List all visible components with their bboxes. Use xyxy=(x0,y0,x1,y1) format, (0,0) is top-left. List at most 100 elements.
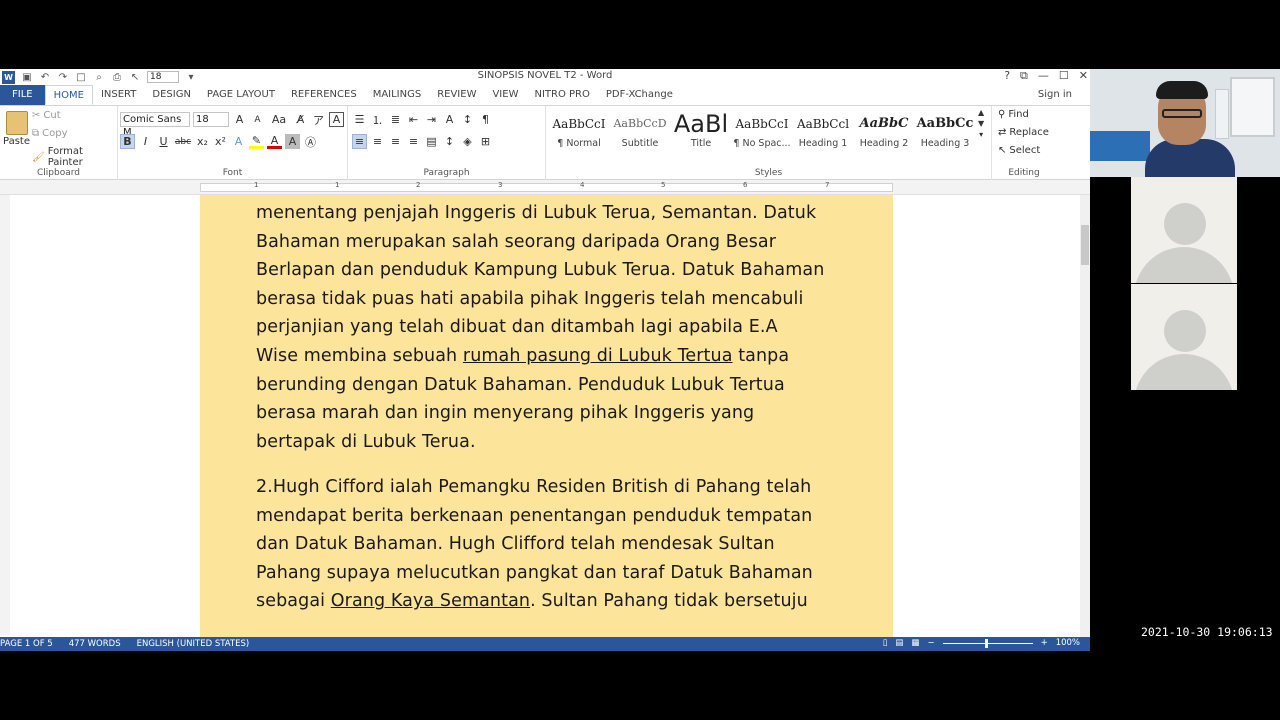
style-heading-3[interactable]: AaBbCc Heading 3 xyxy=(914,110,976,160)
replace-button[interactable]: ⇄ Replace xyxy=(998,127,1049,138)
font-color-icon[interactable]: A xyxy=(267,134,282,149)
read-mode-icon[interactable]: ▯ xyxy=(883,638,888,648)
tab-insert[interactable]: INSERT xyxy=(93,85,144,105)
bold-icon[interactable]: B xyxy=(120,134,135,149)
language-indicator[interactable]: ENGLISH (UNITED STATES) xyxy=(137,639,250,649)
character-shading-icon[interactable]: A xyxy=(285,134,300,149)
font-group: Comic Sans M 18 A A Aa A̸ ア A B I U abc … xyxy=(118,106,348,180)
enclose-character-icon[interactable]: Ⓐ xyxy=(303,134,318,149)
change-case-icon[interactable]: Aa xyxy=(268,112,290,127)
sort-icon[interactable]: ↕ xyxy=(460,112,475,127)
asian-layout-icon[interactable]: A xyxy=(442,112,457,127)
style-heading-2-sample: AaBbC xyxy=(859,116,909,131)
line-spacing-icon[interactable]: ↕ xyxy=(442,134,457,149)
participant-tile[interactable] xyxy=(1131,284,1237,390)
style-no-spacing[interactable]: AaBbCcI ¶ No Spac... xyxy=(731,110,793,160)
scroll-up-icon[interactable]: ▲ xyxy=(978,108,984,117)
shading-icon[interactable]: ◈ xyxy=(460,134,475,149)
help-button[interactable]: ? xyxy=(1004,69,1010,83)
styles-more-icon[interactable]: ▾ xyxy=(979,130,983,139)
paste-button[interactable]: Paste xyxy=(3,111,30,147)
style-normal[interactable]: AaBbCcI ¶ Normal xyxy=(548,110,610,160)
superscript-icon[interactable]: x² xyxy=(213,134,228,149)
tab-pdf-xchange[interactable]: PDF-XChange xyxy=(598,85,681,105)
zoom-level[interactable]: 100% xyxy=(1056,638,1080,648)
style-heading-2[interactable]: AaBbC Heading 2 xyxy=(853,110,915,160)
cut-button[interactable]: ✂ Cut xyxy=(32,110,61,121)
show-formatting-icon[interactable]: ¶ xyxy=(478,112,493,127)
participant-tile[interactable] xyxy=(1131,177,1237,283)
distributed-icon[interactable]: ▤ xyxy=(424,134,439,149)
ribbon: Paste ✂ Cut ⧉ Copy 🖌 Format Painter Clipboa… xyxy=(0,105,1090,180)
multilevel-list-icon[interactable]: ≣ xyxy=(388,112,403,127)
underline-icon[interactable]: U xyxy=(156,134,171,149)
page-count[interactable]: PAGE 1 OF 5 xyxy=(0,639,53,649)
vertical-ruler[interactable] xyxy=(0,195,10,635)
tab-file[interactable]: FILE xyxy=(0,85,45,105)
increase-indent-icon[interactable]: ⇥ xyxy=(424,112,439,127)
tab-view[interactable]: VIEW xyxy=(484,85,526,105)
numbering-icon[interactable]: ⒈ xyxy=(370,112,385,127)
phonetic-guide-icon[interactable]: ア xyxy=(311,112,326,127)
word-window: W ▣ ↶ ↷ □ ⌕ ⎙ ↖ 18 ▾ SINOPSIS NOVEL T2 -… xyxy=(0,69,1090,651)
font-name-box[interactable]: Comic Sans M xyxy=(120,112,190,138)
document-page[interactable]: menentang penjajah Inggeris di Lubuk Ter… xyxy=(200,195,893,637)
subscript-icon[interactable]: x₂ xyxy=(195,134,210,149)
align-center-icon[interactable]: ≡ xyxy=(370,134,385,149)
tab-home[interactable]: HOME xyxy=(44,85,93,105)
strikethrough-icon[interactable]: abc xyxy=(174,134,192,149)
zoom-in-icon[interactable]: + xyxy=(1041,638,1048,648)
style-heading-1[interactable]: AaBbCcl Heading 1 xyxy=(792,110,854,160)
tab-references[interactable]: REFERENCES xyxy=(283,85,365,105)
tab-nitro-pro[interactable]: NITRO PRO xyxy=(526,85,597,105)
screen: W ▣ ↶ ↷ □ ⌕ ⎙ ↖ 18 ▾ SINOPSIS NOVEL T2 -… xyxy=(0,0,1280,720)
font-size-box[interactable]: 18 xyxy=(193,112,229,127)
italic-icon[interactable]: I xyxy=(138,134,153,149)
highlight-icon[interactable]: ✎ xyxy=(249,134,264,149)
minimize-button[interactable]: — xyxy=(1038,69,1049,83)
select-button[interactable]: ↖ Select xyxy=(998,145,1040,156)
print-layout-icon[interactable]: ▤ xyxy=(895,638,903,648)
tab-mailings[interactable]: MAILINGS xyxy=(365,85,430,105)
horizontal-ruler[interactable]: 1 1 2 3 4 5 6 7 xyxy=(0,180,1090,195)
ribbon-display-button[interactable]: ⧉ xyxy=(1020,69,1028,83)
style-subtitle[interactable]: AaBbCcD Subtitle xyxy=(609,110,671,160)
sign-in-link[interactable]: Sign in xyxy=(1038,89,1072,100)
shrink-font-icon[interactable]: A xyxy=(250,112,265,127)
text-effects-icon[interactable]: A xyxy=(231,134,246,149)
cut-label: Cut xyxy=(43,110,61,121)
bullets-icon[interactable]: ☰ xyxy=(352,112,367,127)
close-button[interactable]: ✕ xyxy=(1079,69,1088,83)
style-subtitle-sample: AaBbCcD xyxy=(613,117,667,130)
clear-format-icon[interactable]: A̸ xyxy=(293,112,308,127)
document-area[interactable]: menentang penjajah Inggeris di Lubuk Ter… xyxy=(10,195,1080,637)
styles-scroll[interactable]: ▲ ▼ ▾ xyxy=(978,108,984,139)
style-title-name: Title xyxy=(690,138,712,149)
find-button[interactable]: ⚲ Find xyxy=(998,109,1029,120)
format-painter-button[interactable]: 🖌 Format Painter xyxy=(32,146,117,168)
underlined-text: Orang Kaya Semantan xyxy=(330,591,531,612)
vertical-scrollbar[interactable] xyxy=(1080,195,1090,637)
align-right-icon[interactable]: ≡ xyxy=(388,134,403,149)
tab-review[interactable]: REVIEW xyxy=(429,85,484,105)
word-count[interactable]: 477 WORDS xyxy=(69,639,121,649)
style-normal-name: ¶ Normal xyxy=(557,138,601,149)
align-left-icon[interactable]: ≡ xyxy=(352,134,367,149)
zoom-out-icon[interactable]: − xyxy=(927,638,934,648)
web-layout-icon[interactable]: ▦ xyxy=(911,638,919,648)
decrease-indent-icon[interactable]: ⇤ xyxy=(406,112,421,127)
borders-icon[interactable]: ⊞ xyxy=(478,134,493,149)
justify-icon[interactable]: ≡ xyxy=(406,134,421,149)
style-title[interactable]: AaBl Title xyxy=(670,110,732,160)
grow-font-icon[interactable]: A xyxy=(232,112,247,127)
copy-button[interactable]: ⧉ Copy xyxy=(32,128,68,139)
scroll-thumb[interactable] xyxy=(1081,225,1089,265)
character-border-icon[interactable]: A xyxy=(329,112,344,127)
scroll-down-icon[interactable]: ▼ xyxy=(978,119,984,128)
zoom-slider[interactable] xyxy=(942,638,1033,648)
find-label: Find xyxy=(1008,109,1029,120)
brush-icon: 🖌 xyxy=(32,151,45,163)
maximize-button[interactable]: ☐ xyxy=(1059,69,1069,83)
tab-design[interactable]: DESIGN xyxy=(144,85,199,105)
tab-page-layout[interactable]: PAGE LAYOUT xyxy=(199,85,283,105)
